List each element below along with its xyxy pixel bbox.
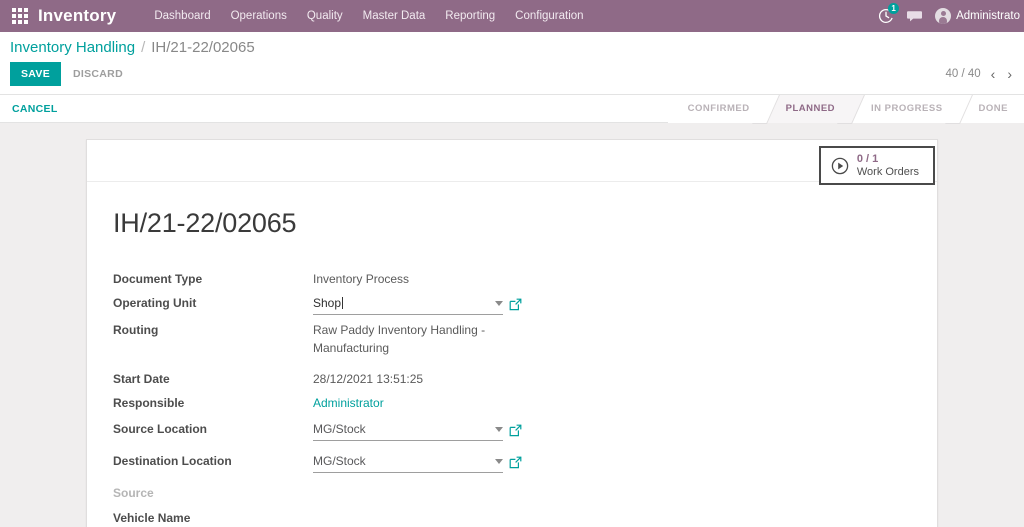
responsible-link[interactable]: Administrator xyxy=(313,394,384,412)
value-routing: Raw Paddy Inventory Handling - Manufactu… xyxy=(313,323,486,355)
label-operating-unit: Operating Unit xyxy=(113,296,197,310)
save-button[interactable]: SAVE xyxy=(10,62,62,86)
control-panel-actions: SAVE DISCARD 40 / 40 ‹ › xyxy=(0,58,1024,94)
value-source xyxy=(313,476,911,505)
breadcrumb-parent-link[interactable]: Inventory Handling xyxy=(10,39,135,56)
sheet-body: IH/21-22/02065 Document Type Inventory P… xyxy=(87,182,937,527)
discard-button[interactable]: DISCARD xyxy=(69,62,127,86)
navbar-right-tools: 1 Administrato xyxy=(878,0,1024,32)
label-source-location: Source Location xyxy=(113,422,208,436)
sheet-container: 0 / 1 Work Orders IH/21-22/02065 Documen… xyxy=(0,123,1024,527)
source-location-input[interactable]: MG/Stock xyxy=(313,420,503,441)
label-vehicle-name: Vehicle Name xyxy=(113,511,191,525)
activity-clock-icon[interactable]: 1 xyxy=(878,3,900,24)
play-circle-icon xyxy=(831,157,849,175)
user-name-label: Administrato xyxy=(956,10,1020,22)
work-orders-stat-button[interactable]: 0 / 1 Work Orders xyxy=(818,146,935,186)
pager-next-icon[interactable]: › xyxy=(1005,67,1014,81)
menu-item-dashboard[interactable]: Dashboard xyxy=(144,1,220,31)
value-responsible: Administrator xyxy=(313,391,911,415)
app-brand-inventory[interactable]: Inventory xyxy=(38,6,116,26)
chevron-down-icon[interactable] xyxy=(495,426,503,432)
form-sheet: 0 / 1 Work Orders IH/21-22/02065 Documen… xyxy=(86,139,938,527)
label-destination-location: Destination Location xyxy=(113,454,232,468)
status-bar: CONFIRMED PLANNED IN PROGRESS DONE xyxy=(667,94,1024,123)
chevron-down-icon[interactable] xyxy=(495,458,503,464)
destination-location-external-link-icon[interactable] xyxy=(509,456,522,469)
field-operating-unit: Shop xyxy=(313,291,911,318)
label-start-date: Start Date xyxy=(113,372,170,386)
source-location-value: MG/Stock xyxy=(313,422,366,436)
avatar xyxy=(935,8,952,24)
menu-item-reporting[interactable]: Reporting xyxy=(435,1,505,31)
cancel-button[interactable]: CANCEL xyxy=(10,99,60,119)
form-fields: Document Type Inventory Process Operatin… xyxy=(113,267,911,527)
status-row: CANCEL CONFIRMED PLANNED IN PROGRESS DON… xyxy=(0,94,1024,123)
destination-location-value: MG/Stock xyxy=(313,454,366,468)
page-title: IH/21-22/02065 xyxy=(113,208,297,238)
activity-badge-count: 1 xyxy=(888,3,900,14)
field-vehicle-name xyxy=(313,505,911,527)
breadcrumb: Inventory Handling / IH/21-22/02065 xyxy=(0,32,1024,58)
menu-item-quality[interactable]: Quality xyxy=(297,1,353,31)
value-start-date: 28/12/2021 13:51:25 xyxy=(313,372,424,386)
chevron-down-icon[interactable] xyxy=(495,300,503,306)
record-pager: 40 / 40 ‹ › xyxy=(945,67,1014,81)
sheet-button-box: 0 / 1 Work Orders xyxy=(87,140,937,186)
vehicle-name-input[interactable] xyxy=(313,519,503,527)
work-orders-count: 0 / 1 xyxy=(856,153,879,165)
record-action-buttons: SAVE DISCARD xyxy=(10,62,127,86)
operating-unit-input[interactable]: Shop xyxy=(313,294,503,315)
menu-item-master-data[interactable]: Master Data xyxy=(353,1,436,31)
pager-previous-icon[interactable]: ‹ xyxy=(989,67,998,81)
operating-unit-external-link-icon[interactable] xyxy=(509,298,522,311)
main-menu: Dashboard Operations Quality Master Data… xyxy=(144,1,593,31)
pager-count: 40 / 40 xyxy=(945,68,981,80)
top-navbar: Inventory Dashboard Operations Quality M… xyxy=(0,0,1024,32)
source-location-external-link-icon[interactable] xyxy=(509,424,522,437)
label-document-type: Document Type xyxy=(113,272,203,286)
destination-location-input[interactable]: MG/Stock xyxy=(313,452,503,473)
label-responsible: Responsible xyxy=(113,396,185,410)
field-destination-location: MG/Stock xyxy=(313,444,911,476)
menu-item-configuration[interactable]: Configuration xyxy=(505,1,593,31)
user-menu[interactable]: Administrato xyxy=(935,8,1020,24)
control-panel: Inventory Handling / IH/21-22/02065 SAVE… xyxy=(0,32,1024,95)
breadcrumb-current: IH/21-22/02065 xyxy=(151,39,255,56)
text-cursor xyxy=(342,297,344,309)
label-routing: Routing xyxy=(113,323,159,337)
work-orders-label: Work Orders xyxy=(856,165,919,178)
field-source-location: MG/Stock xyxy=(313,415,911,444)
apps-grid-icon[interactable] xyxy=(10,6,30,26)
operating-unit-value: Shop xyxy=(313,296,342,310)
menu-item-operations[interactable]: Operations xyxy=(221,1,297,31)
label-source: Source xyxy=(113,486,154,500)
status-stage-in-progress[interactable]: IN PROGRESS xyxy=(851,94,959,123)
chat-bubble-icon[interactable] xyxy=(906,8,923,24)
value-document-type: Inventory Process xyxy=(313,272,410,286)
status-stage-planned[interactable]: PLANNED xyxy=(765,94,852,123)
status-stage-confirmed[interactable]: CONFIRMED xyxy=(667,94,766,123)
breadcrumb-separator: / xyxy=(141,39,146,56)
